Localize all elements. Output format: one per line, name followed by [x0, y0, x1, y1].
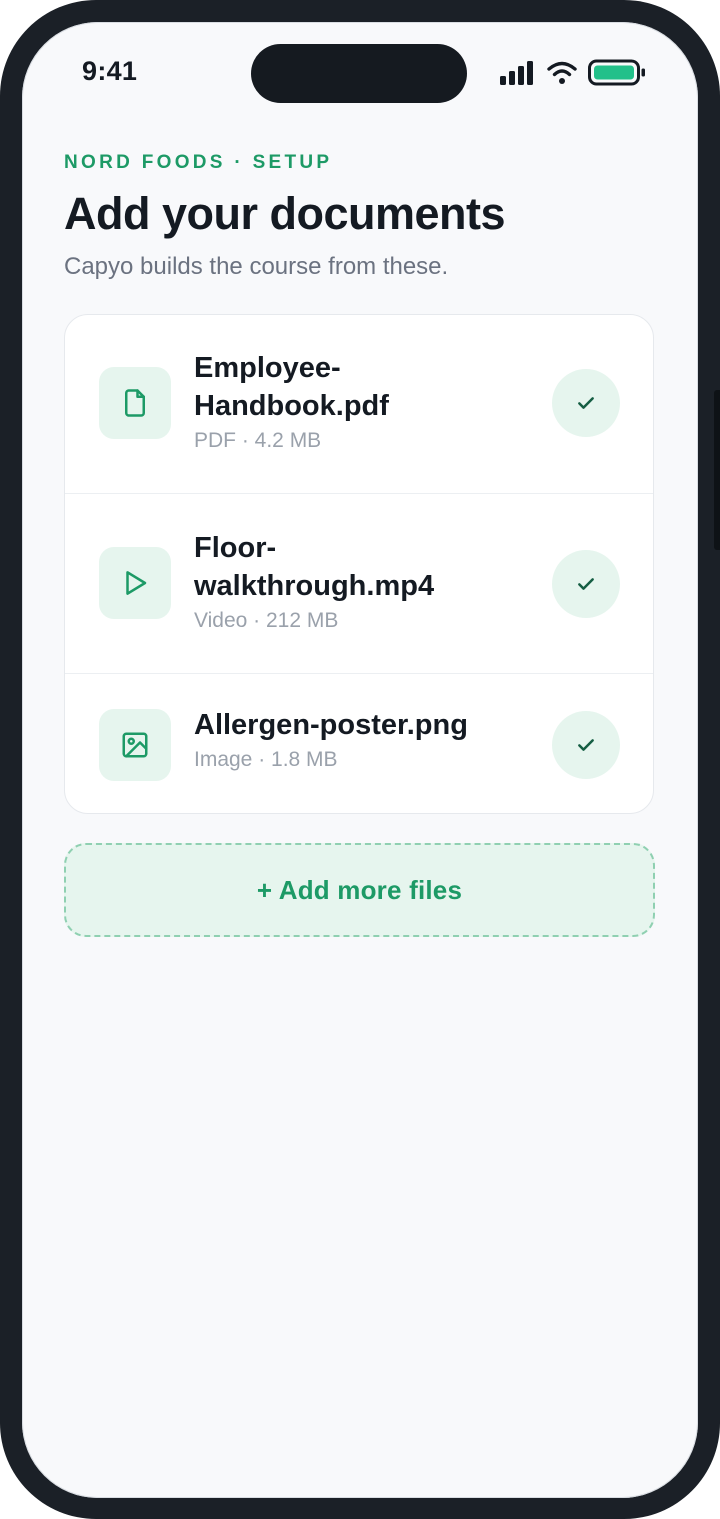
- play-icon: [126, 571, 147, 595]
- side-button: [714, 390, 720, 550]
- add-more-files-button[interactable]: + Add more files: [64, 843, 655, 937]
- check-icon: [578, 739, 594, 751]
- file-meta: PDF · 4.2 MB: [194, 429, 322, 452]
- battery-icon: [588, 59, 645, 86]
- file-type-badge: [99, 547, 171, 619]
- file-name: walkthrough.mp4: [194, 570, 435, 602]
- file-type-badge: [99, 709, 171, 781]
- cellular-signal-icon: [500, 61, 533, 85]
- check-icon: [578, 578, 594, 590]
- file-name: Handbook.pdf: [194, 390, 389, 422]
- file-info: Employee- Handbook.pdf PDF · 4.2 MB: [194, 349, 389, 453]
- file-type-badge: [99, 367, 171, 439]
- upload-complete-badge: [552, 550, 620, 618]
- status-bar: 9:41: [22, 22, 698, 122]
- wifi-icon: [547, 61, 577, 84]
- page-title: Add your documents: [64, 188, 506, 239]
- file-meta: Video · 212 MB: [194, 609, 339, 632]
- file-name: Allergen-poster.png: [194, 709, 468, 741]
- uploaded-files-list: Employee- Handbook.pdf PDF · 4.2 MB Floo…: [64, 314, 654, 814]
- screen: 9:41 NORD FOODS · SETUP Add your documen…: [22, 22, 698, 1498]
- file-row-floor-walkthrough[interactable]: Floor- walkthrough.mp4 Video · 212 MB: [65, 493, 653, 673]
- upload-complete-badge: [552, 369, 620, 437]
- file-info: Floor- walkthrough.mp4 Video · 212 MB: [194, 529, 434, 633]
- file-name: Employee-: [194, 352, 341, 384]
- image-icon: [122, 732, 148, 758]
- file-info: Allergen-poster.png Image · 1.8 MB: [194, 706, 468, 772]
- document-icon: [125, 389, 145, 417]
- status-time: 9:41: [82, 56, 138, 86]
- file-row-employee-handbook[interactable]: Employee- Handbook.pdf PDF · 4.2 MB: [65, 315, 653, 493]
- file-meta: Image · 1.8 MB: [194, 748, 338, 771]
- page-subtitle: Capyo builds the course from these.: [64, 253, 449, 280]
- file-row-allergen-poster[interactable]: Allergen-poster.png Image · 1.8 MB: [65, 673, 653, 813]
- dynamic-island: [251, 44, 467, 103]
- file-name: Floor-: [194, 532, 277, 564]
- check-icon: [578, 397, 594, 409]
- upload-complete-badge: [552, 711, 620, 779]
- workspace-eyebrow: NORD FOODS · SETUP: [64, 152, 333, 173]
